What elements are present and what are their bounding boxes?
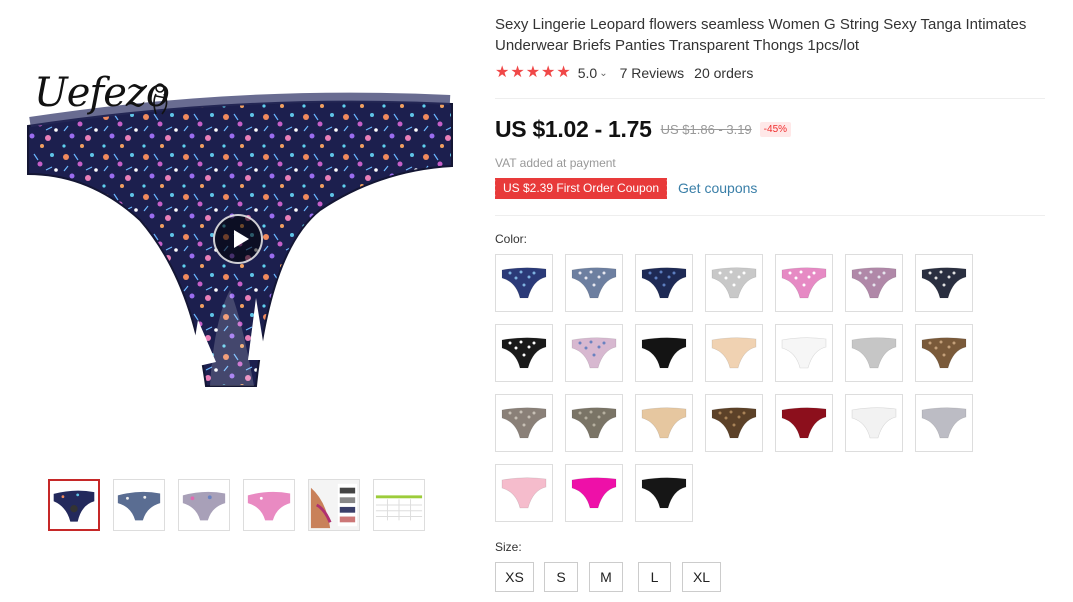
color-swatch-white[interactable]: [775, 324, 833, 382]
color-swatch-beige[interactable]: [635, 394, 693, 452]
swatch-thumbnail: [711, 337, 757, 369]
thumbnail-4[interactable]: [243, 479, 295, 531]
star-rating: ★ ★ ★ ★ ★: [495, 65, 571, 81]
swatch-thumbnail: [571, 477, 617, 509]
color-swatch-nude[interactable]: [705, 324, 763, 382]
color-swatch-light-gray[interactable]: [845, 324, 903, 382]
thumbnail-6[interactable]: [373, 479, 425, 531]
color-swatch-dark-navy-floral[interactable]: [635, 254, 693, 312]
color-swatch-silver[interactable]: [915, 394, 973, 452]
swatch-thumbnail: [641, 407, 687, 439]
color-swatch-burgundy[interactable]: [775, 394, 833, 452]
reviews-link[interactable]: 7 Reviews: [620, 65, 685, 81]
color-swatch-light-gray-print[interactable]: [705, 254, 763, 312]
swatch-thumbnail: [781, 337, 827, 369]
vat-note: VAT added at payment: [495, 156, 616, 170]
swatch-thumbnail: [921, 267, 967, 299]
swatch-thumbnail: [501, 477, 547, 509]
color-swatch-white-2[interactable]: [845, 394, 903, 452]
thumbnail-5[interactable]: [308, 479, 360, 531]
price-row: US $1.02 - 1.75 US $1.86 - 3.19 -45%: [495, 116, 792, 143]
swatch-thumbnail: [921, 407, 967, 439]
size-label: Size:: [495, 540, 522, 554]
swatch-thumbnail: [851, 267, 897, 299]
thumbnail-1[interactable]: [48, 479, 100, 531]
color-swatch-pink-gray-floral[interactable]: [845, 254, 903, 312]
swatch-thumbnail: [711, 267, 757, 299]
video-play-button[interactable]: [213, 214, 263, 264]
swatch-thumbnail: [571, 407, 617, 439]
color-swatch-leopard-brown[interactable]: [915, 324, 973, 382]
size-option-l[interactable]: L: [638, 562, 671, 592]
color-swatch-dark-leopard[interactable]: [705, 394, 763, 452]
brand-figure-icon: [153, 83, 168, 115]
swatch-thumbnail: [501, 267, 547, 299]
color-swatch-pink-floral[interactable]: [775, 254, 833, 312]
swatch-thumbnail: [501, 407, 547, 439]
divider: [495, 215, 1045, 216]
swatch-thumbnail: [571, 267, 617, 299]
size-option-xs[interactable]: XS: [495, 562, 534, 592]
color-swatch-pink-white-floral[interactable]: [565, 324, 623, 382]
rating-row: ★ ★ ★ ★ ★ 5.0 ⌄ 7 Reviews 20 orders: [495, 64, 753, 82]
color-swatch-navy-floral[interactable]: [495, 254, 553, 312]
product-title: Sexy Lingerie Leopard flowers seamless W…: [495, 16, 1027, 54]
rating-value[interactable]: 5.0: [578, 65, 597, 81]
get-coupons-link[interactable]: Get coupons: [678, 180, 757, 196]
color-swatch-light-pink[interactable]: [495, 464, 553, 522]
color-swatch-hot-pink[interactable]: [565, 464, 623, 522]
swatch-thumbnail: [641, 477, 687, 509]
color-swatch-black[interactable]: [635, 324, 693, 382]
thumbnail-2[interactable]: [113, 479, 165, 531]
divider: [495, 98, 1045, 99]
swatch-thumbnail: [641, 337, 687, 369]
orders-count: 20 orders: [694, 65, 754, 81]
star-icon: ★: [541, 64, 556, 81]
discount-badge: -45%: [759, 122, 792, 137]
swatch-thumbnail: [781, 407, 827, 439]
star-icon: ★: [525, 64, 541, 81]
color-swatch-black-2[interactable]: [635, 464, 693, 522]
color-swatch-gray-leopard[interactable]: [495, 394, 553, 452]
swatch-thumbnail: [921, 337, 967, 369]
swatch-thumbnail: [781, 267, 827, 299]
swatch-thumbnail: [851, 337, 897, 369]
star-icon: ★: [556, 64, 571, 81]
first-order-coupon[interactable]: US $2.39 First Order Coupon: [492, 178, 670, 199]
thumbnail-3[interactable]: [178, 479, 230, 531]
star-icon: ★: [495, 64, 510, 81]
color-swatch-black-floral[interactable]: [915, 254, 973, 312]
swatch-thumbnail: [571, 337, 617, 369]
original-price: US $1.86 - 3.19: [660, 122, 752, 137]
size-option-s[interactable]: S: [544, 562, 578, 592]
star-icon: ★: [510, 64, 525, 81]
swatch-thumbnail: [711, 407, 757, 439]
size-option-xl[interactable]: XL: [682, 562, 721, 592]
swatch-thumbnail: [851, 407, 897, 439]
color-swatch-gray-floral[interactable]: [565, 254, 623, 312]
current-price: US $1.02 - 1.75: [495, 116, 652, 142]
swatch-thumbnail: [501, 337, 547, 369]
color-label: Color:: [495, 232, 528, 246]
chevron-down-icon[interactable]: ⌄: [599, 68, 607, 79]
color-swatch-olive-leopard[interactable]: [565, 394, 623, 452]
swatch-thumbnail: [641, 267, 687, 299]
size-option-m[interactable]: M: [589, 562, 623, 592]
color-swatch-black-white-dots[interactable]: [495, 324, 553, 382]
